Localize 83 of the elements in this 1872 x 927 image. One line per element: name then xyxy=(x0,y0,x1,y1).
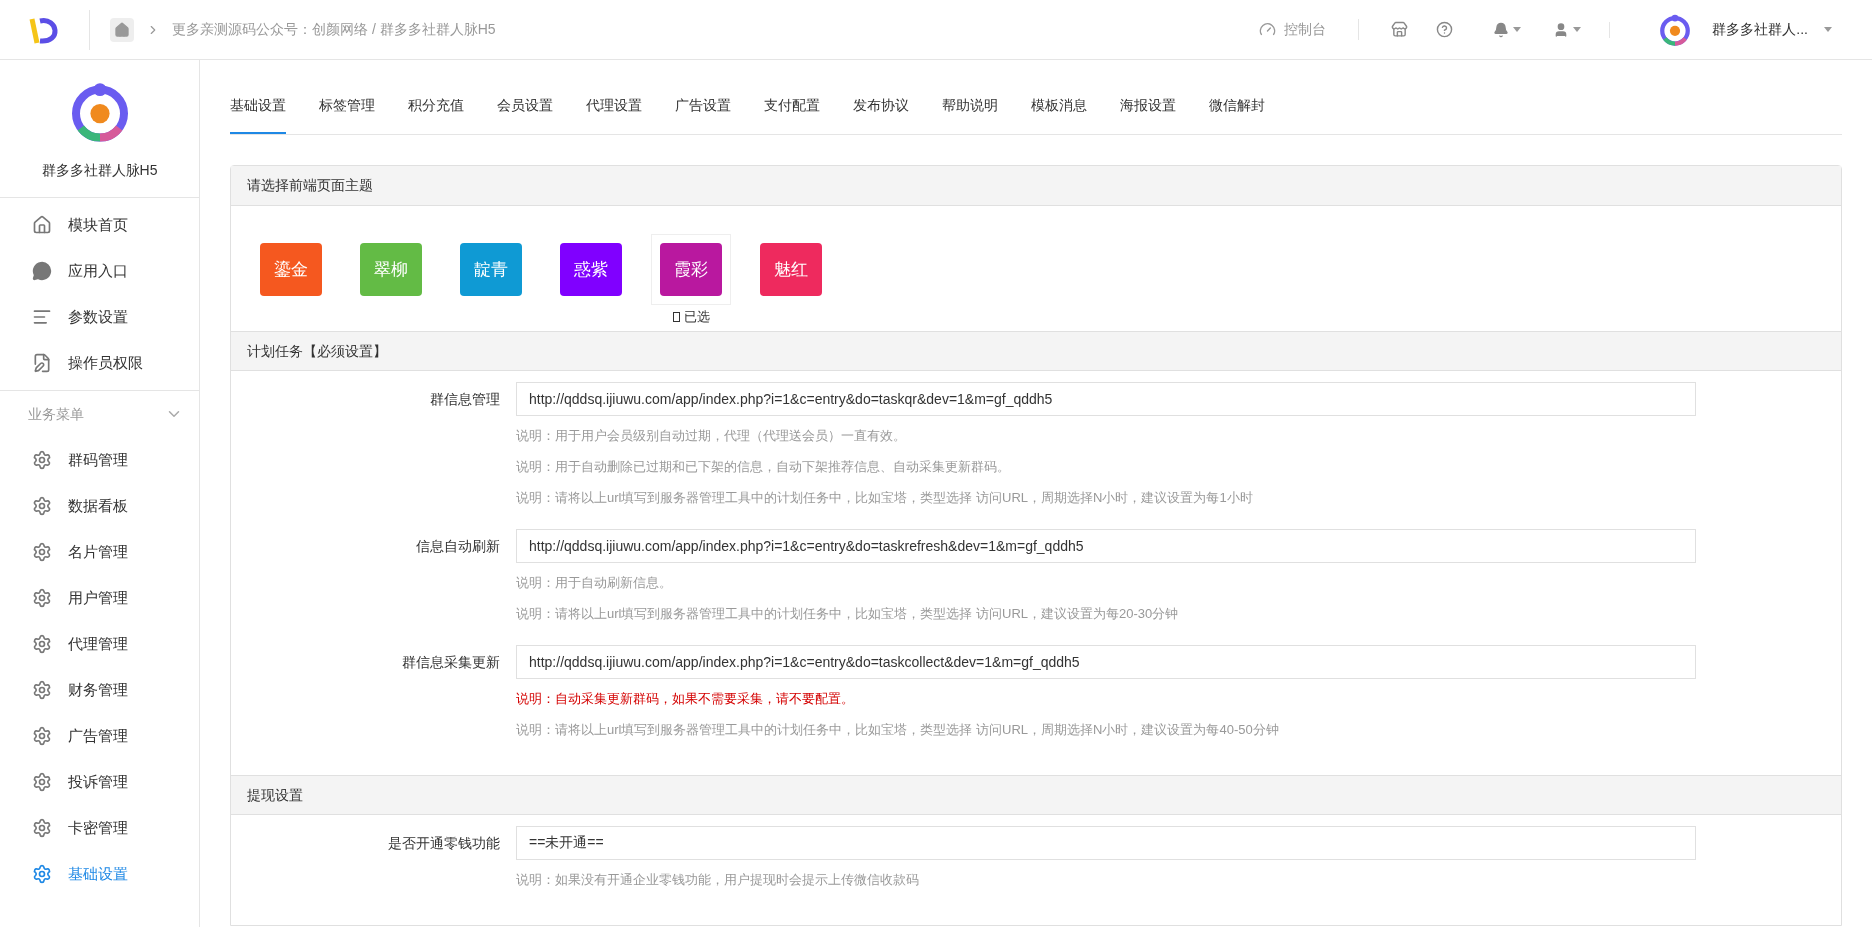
tab[interactable]: 积分充值 xyxy=(408,95,464,134)
document-edit-icon xyxy=(32,353,52,373)
gear-icon xyxy=(32,864,52,884)
account-menu[interactable]: 群多多社群人... xyxy=(1712,19,1832,40)
help-note: 说明：请将以上url填写到服务器管理工具中的计划任务中，比如宝塔，类型选择 访问URL，建议设置为每20-30分钟 xyxy=(516,605,1180,623)
help-icon xyxy=(1436,21,1454,38)
url-field[interactable]: ==未开通== xyxy=(516,826,1696,860)
square-icon xyxy=(672,312,680,322)
gear-icon xyxy=(32,772,52,792)
sidebar-item[interactable]: 财务管理 xyxy=(0,667,199,713)
gear-icon xyxy=(32,496,52,516)
app-logo-icon xyxy=(1658,12,1693,47)
tab[interactable]: 会员设置 xyxy=(497,95,553,134)
help-button[interactable] xyxy=(1436,21,1454,38)
theme-swatch[interactable]: 霞彩 xyxy=(660,243,722,296)
sidebar-item[interactable]: 模块首页 xyxy=(0,202,199,248)
section-title: 计划任务【必须设置】 xyxy=(247,341,387,361)
sidebar-item[interactable]: 投诉管理 xyxy=(0,759,199,805)
url-field[interactable]: http://qddsq.ijiuwu.com/app/index.php?i=1&c=entry&do=taskcollect&dev=1&m=gf_qddh5 xyxy=(516,645,1696,679)
section-title: 提现设置 xyxy=(247,785,303,805)
store-button[interactable] xyxy=(1391,21,1409,38)
theme-swatch[interactable]: 魅红 xyxy=(760,243,822,296)
tab[interactable]: 海报设置 xyxy=(1120,95,1176,134)
tab[interactable]: 代理设置 xyxy=(586,95,642,134)
sidebar-item[interactable]: 参数设置 xyxy=(0,294,199,340)
user-button[interactable] xyxy=(1553,21,1611,38)
sidebar-item[interactable]: 名片管理 xyxy=(0,529,199,575)
help-note: 说明：用于自动删除已过期和已下架的信息，自动下架推荐信息、自动采集更新群码。 xyxy=(516,458,1011,476)
theme-swatch[interactable]: 惑紫 xyxy=(560,243,622,296)
sidebar-item[interactable]: 操作员权限 xyxy=(0,340,199,386)
field-label: 群信息采集更新 xyxy=(402,652,500,672)
home-icon xyxy=(32,215,52,235)
sidebar-item[interactable]: 卡密管理 xyxy=(0,805,199,851)
tab[interactable]: 标签管理 xyxy=(319,95,375,134)
gauge-icon xyxy=(1259,21,1277,38)
caret-icon xyxy=(1824,27,1832,32)
sidebar-item[interactable]: 应用入口 xyxy=(0,248,199,294)
app-name: 群多多社群人脉H5 xyxy=(41,161,158,180)
gear-icon xyxy=(32,588,52,608)
theme-option[interactable]: 霞彩 xyxy=(651,234,731,305)
warning-note: 说明：自动采集更新群码，如果不需要采集，请不要配置。 xyxy=(516,690,855,708)
breadcrumb: 更多亲测源码公众号：创颜网络 / 群多多社群人脉H5 xyxy=(172,20,496,39)
field-label: 是否开通零钱功能 xyxy=(388,833,500,853)
gear-icon xyxy=(32,542,52,562)
tab[interactable]: 模板消息 xyxy=(1031,95,1087,134)
home-icon xyxy=(114,21,130,38)
list-icon xyxy=(32,307,52,327)
notifications-button[interactable] xyxy=(1493,21,1522,38)
tab[interactable]: 支付配置 xyxy=(764,95,820,134)
gear-icon xyxy=(32,726,52,746)
gear-icon xyxy=(32,680,52,700)
url-field[interactable]: http://qddsq.ijiuwu.com/app/index.php?i=1&c=entry&do=taskrefresh&dev=1&m=gf_qddh5 xyxy=(516,529,1696,563)
sidebar-item[interactable]: 用户管理 xyxy=(0,575,199,621)
help-note: 说明：请将以上url填写到服务器管理工具中的计划任务中，比如宝塔，类型选择 访问URL，周期选择N小时，建议设置为每1小时 xyxy=(516,489,1254,507)
url-field[interactable]: http://qddsq.ijiuwu.com/app/index.php?i=1&c=entry&do=taskqr&dev=1&m=gf_qddh5 xyxy=(516,382,1696,416)
selected-label: 已选 xyxy=(683,308,710,327)
gear-icon xyxy=(32,450,52,470)
home-button[interactable] xyxy=(110,17,134,42)
gear-icon xyxy=(32,818,52,838)
caret-icon xyxy=(1573,27,1582,32)
theme-option[interactable]: 惑紫 xyxy=(551,234,631,305)
caret-icon xyxy=(1513,27,1522,32)
section-title: 请选择前端页面主题 xyxy=(247,176,373,195)
sidebar-item[interactable]: 代理管理 xyxy=(0,621,199,667)
tab[interactable]: 微信解封 xyxy=(1209,95,1265,134)
tab[interactable]: 广告设置 xyxy=(675,95,731,134)
sidebar-item[interactable]: 数据看板 xyxy=(0,483,199,529)
tab[interactable]: 发布协议 xyxy=(853,95,909,134)
help-note: 说明：用于自动刷新信息。 xyxy=(516,574,673,592)
sidebar-item[interactable]: 广告管理 xyxy=(0,713,199,759)
gear-icon xyxy=(32,634,52,654)
tab[interactable]: 基础设置 xyxy=(230,95,286,134)
sidebar-item[interactable]: 基础设置 xyxy=(0,851,199,897)
bell-icon xyxy=(1493,21,1510,38)
sidebar-item[interactable]: 群码管理 xyxy=(0,437,199,483)
chat-bubble-icon xyxy=(32,261,52,281)
theme-option[interactable]: 魅红 xyxy=(751,234,831,305)
store-icon xyxy=(1391,21,1409,38)
help-note: 说明：如果没有开通企业零钱功能，用户提现时会提示上传微信收款码 xyxy=(516,871,920,889)
field-label: 群信息管理 xyxy=(430,389,500,409)
tab[interactable]: 帮助说明 xyxy=(942,95,998,134)
help-note: 说明：请将以上url填写到服务器管理工具中的计划任务中，比如宝塔，类型选择 访问URL，周期选择N小时，建议设置为每40-50分钟 xyxy=(516,721,1280,739)
field-label: 信息自动刷新 xyxy=(416,536,500,556)
